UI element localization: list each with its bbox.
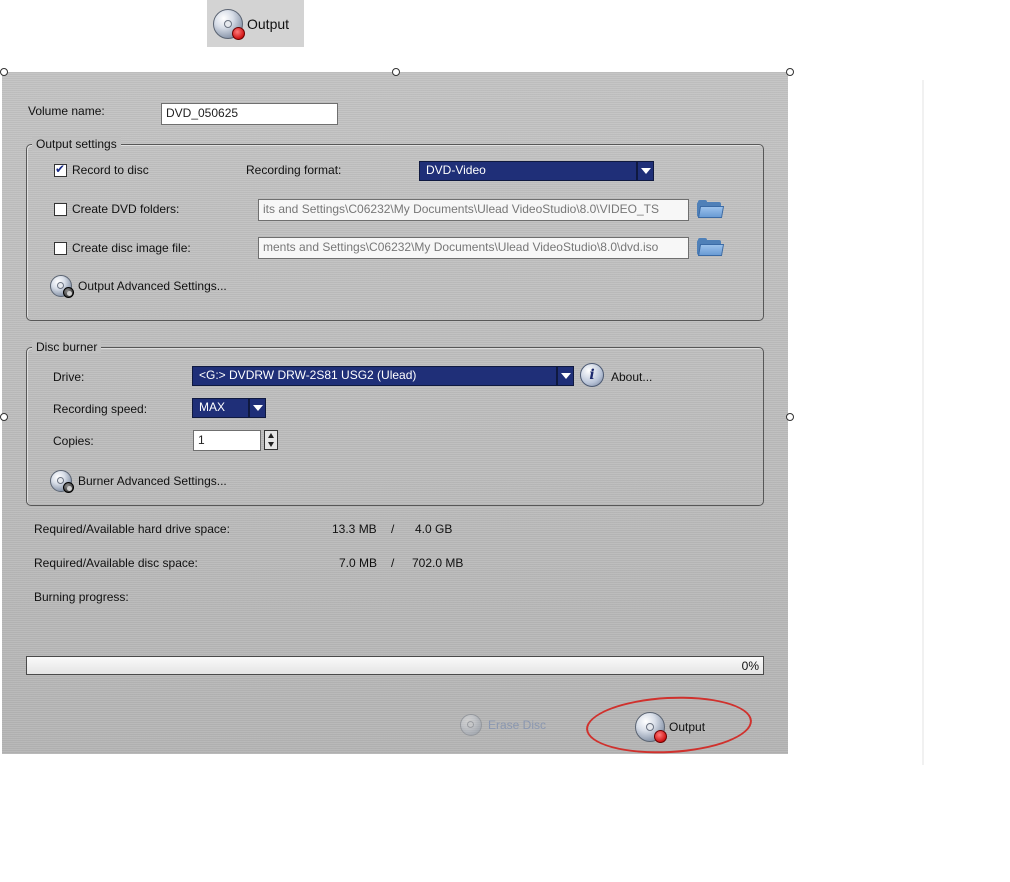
copies-input[interactable]: 1 — [193, 430, 261, 451]
drive-dropdown-button[interactable] — [557, 366, 574, 386]
disc-space-label: Required/Available disc space: — [34, 556, 198, 570]
output-settings-title: Output settings — [32, 137, 121, 151]
resize-handle-top-left[interactable] — [0, 68, 8, 76]
recording-format-label: Recording format: — [246, 163, 342, 177]
create-disc-image-checkbox[interactable] — [54, 242, 67, 255]
burning-progress-bar: 0% — [26, 656, 764, 675]
record-to-disc-label: Record to disc — [72, 163, 149, 177]
create-dvd-folders-label: Create DVD folders: — [72, 202, 180, 216]
volume-name-input[interactable]: DVD_050625 — [161, 103, 338, 125]
hard-drive-required-value: 13.3 MB — [332, 522, 377, 536]
erase-disc-icon — [460, 714, 482, 736]
recording-format-select[interactable]: DVD-Video — [419, 161, 637, 181]
copies-label: Copies: — [53, 434, 94, 448]
settings-disc-icon — [50, 275, 74, 298]
hard-drive-separator: / — [391, 522, 395, 536]
toolbar-output-label: Output — [247, 15, 290, 32]
recording-format-dropdown-button[interactable] — [637, 161, 654, 181]
erase-disc-label: Erase Disc — [488, 718, 547, 732]
resize-handle-right[interactable] — [786, 413, 794, 421]
create-dvd-folders-checkbox[interactable] — [54, 203, 67, 216]
create-disc-image-label: Create disc image file: — [72, 241, 191, 255]
browse-folder-icon[interactable] — [697, 200, 725, 218]
output-advanced-settings-label: Output Advanced Settings... — [78, 279, 227, 293]
drive-label: Drive: — [53, 370, 85, 384]
progress-percent: 0% — [741, 659, 759, 673]
burner-advanced-settings-button[interactable]: Burner Advanced Settings... — [50, 470, 227, 493]
disc-separator: / — [391, 556, 395, 570]
resize-handle-top[interactable] — [392, 68, 400, 76]
recording-speed-dropdown-button[interactable] — [249, 398, 266, 418]
volume-name-label: Volume name: — [28, 104, 105, 118]
about-link[interactable]: About... — [611, 370, 652, 384]
browse-file-icon[interactable] — [697, 238, 725, 256]
dvd-folders-path-input[interactable]: its and Settings\C06232\My Documents\Ule… — [258, 199, 689, 221]
toolbar-output-button[interactable]: Output — [207, 0, 304, 47]
recording-speed-select[interactable]: MAX — [192, 398, 249, 418]
burner-advanced-settings-label: Burner Advanced Settings... — [78, 474, 227, 488]
drive-select[interactable]: <G:> DVDRW DRW-2S81 USG2 (Ulead) — [192, 366, 557, 386]
disc-image-path-input[interactable]: ments and Settings\C06232\My Documents\U… — [258, 237, 689, 259]
erase-disc-button[interactable]: Erase Disc — [460, 714, 546, 736]
output-advanced-settings-button[interactable]: Output Advanced Settings... — [50, 275, 227, 298]
disc-burner-title: Disc burner — [32, 340, 102, 354]
dvd-output-dialog: Volume name: DVD_050625 Output settings … — [2, 72, 788, 754]
resize-handle-left[interactable] — [0, 413, 8, 421]
copies-stepper[interactable] — [264, 430, 278, 450]
divider — [922, 80, 924, 765]
output-disc-icon — [213, 8, 245, 40]
hard-drive-space-label: Required/Available hard drive space: — [34, 522, 230, 536]
resize-handle-top-right[interactable] — [786, 68, 794, 76]
burning-progress-label: Burning progress: — [34, 590, 129, 604]
settings-disc-icon — [50, 470, 74, 493]
recording-speed-label: Recording speed: — [53, 402, 148, 416]
disc-required-value: 7.0 MB — [339, 556, 378, 570]
info-icon[interactable]: i — [580, 363, 604, 387]
record-to-disc-checkbox[interactable] — [54, 162, 67, 177]
disc-available-value: 702.0 MB — [412, 556, 464, 570]
hard-drive-available-value: 4.0 GB — [415, 522, 453, 536]
